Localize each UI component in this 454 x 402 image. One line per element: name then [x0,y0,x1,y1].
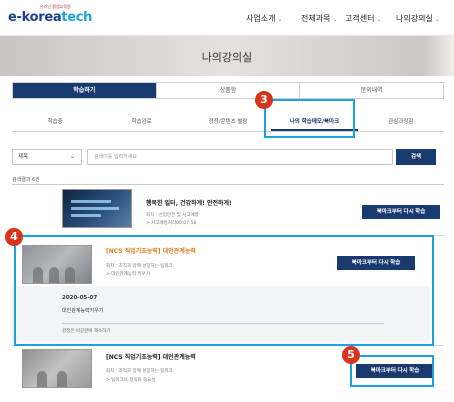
step-badge: 3 [255,91,273,109]
chevron-down-icon: ⌄ [69,153,75,160]
chevron-down-icon: ⌄ [434,16,440,23]
search-input[interactable] [87,149,393,165]
tab-products[interactable]: 상품함 [157,83,301,98]
course-title[interactable]: 행복한 일터, 건강하게! 안전하게! [146,198,232,207]
course-thumbnail[interactable] [62,189,132,228]
site-header: e-koreatech 온라인 평생교육원 사업소개 ⌄ 전체과목 ⌄ 고객센터 ⌄ … [0,0,454,36]
select-value: 제목 [18,154,29,160]
course-title[interactable]: [NCS 직업기초능력] 대인관계능력 [106,352,196,361]
tab-wishlist[interactable]: 관심과정함 [358,112,444,131]
divider [12,184,444,185]
nav-item-business[interactable]: 사업소개 ⌄ [246,13,282,24]
page-banner: 나의강의실 [0,36,454,76]
resume-from-bookmark-button[interactable]: 북마크부터 다시 학습 [362,205,440,219]
highlight-box-memo-tab [264,99,355,138]
nav-item-my-classroom[interactable]: 나의강의실 ⌄ [396,13,440,24]
step-badge: 5 [342,346,360,364]
page-title: 나의강의실 [201,51,253,64]
logo-tagline: 온라인 평생교육원 [40,4,71,9]
chevron-down-icon: ⌄ [332,16,338,23]
tab-content-view[interactable]: 정정/콘텐츠 별람 [185,112,271,131]
search-field-select[interactable]: 제목 ⌄ [12,149,82,165]
nav-label: 사업소개 [246,14,276,23]
nav-label: 고객센터 [345,14,375,23]
nav-item-support[interactable]: 고객센터 ⌄ [345,13,381,24]
nav-item-all-courses[interactable]: 전체과목 ⌄ [301,13,337,24]
tab-in-progress[interactable]: 학습중 [12,112,98,131]
thumbnail-graphic [71,200,111,203]
step-badge: 4 [5,228,23,246]
course-thumbnail[interactable] [22,349,92,388]
tab-inquiries[interactable]: 문의내역 [300,83,443,98]
main-tabs: 학습하기 상품함 문의내역 [12,82,444,99]
course-session: 회차 : 조직과 함께 성장하는 팀워크 [106,369,173,374]
course-session: 회차 : 산업안전 및 사고예방 [146,213,199,218]
thumbnail-graphic [57,371,67,387]
result-count: 검색결과 6건 [12,177,40,183]
chevron-down-icon: ⌄ [376,16,382,23]
thumbnail-graphic [37,371,47,387]
sub-tabs: 학습중 학습완료 정정/콘텐츠 별람 나의 학습메모/북마크 관심과정함 [12,112,444,132]
chevron-down-icon: ⌄ [277,16,283,23]
tab-completed[interactable]: 학습완료 [98,112,184,131]
logo-text-accent: tech [61,10,93,25]
logo-text-main: e-korea [8,10,62,25]
nav-label: 나의강의실 [396,14,433,23]
tab-learning[interactable]: 학습하기 [13,83,157,98]
search-button[interactable]: 검색 [396,149,436,165]
course-bookmark: > 사고예방처리00:07:58 [146,221,197,226]
site-logo[interactable]: e-koreatech [8,10,92,25]
highlight-box-course [14,235,434,346]
thumbnail-graphic [71,214,101,217]
thumbnail-graphic [71,207,119,210]
nav-label: 전체과목 [301,14,331,23]
course-bookmark: > 팀워크의 정의와 중요성 [106,378,156,383]
highlight-box-resume-button [350,355,434,387]
